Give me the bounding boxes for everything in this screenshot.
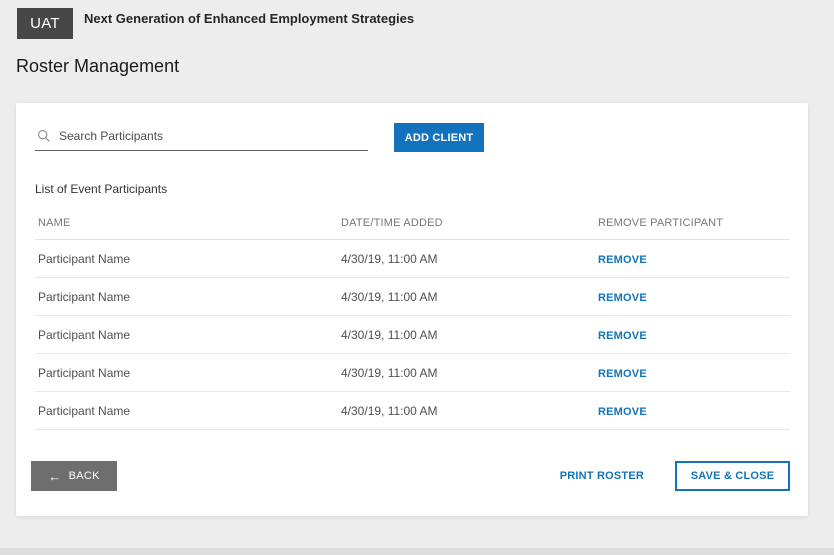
- print-roster-link[interactable]: PRINT ROSTER: [560, 470, 644, 482]
- back-button-label: BACK: [69, 470, 100, 482]
- table-row: Participant Name 4/30/19, 11:00 AM REMOV…: [35, 278, 790, 316]
- save-close-button[interactable]: SAVE & CLOSE: [675, 461, 790, 491]
- remove-link[interactable]: REMOVE: [598, 330, 647, 342]
- footer-actions: PRINT ROSTER SAVE & CLOSE: [560, 461, 790, 491]
- date-time-added: 4/30/19, 11:00 AM: [338, 252, 595, 266]
- search-icon: [37, 129, 51, 143]
- table-row: Participant Name 4/30/19, 11:00 AM REMOV…: [35, 316, 790, 354]
- date-time-added: 4/30/19, 11:00 AM: [338, 328, 595, 342]
- back-arrow-icon: ←: [48, 470, 61, 483]
- roster-card: ADD CLIENT List of Event Participants NA…: [16, 103, 808, 516]
- back-button[interactable]: ← BACK: [31, 461, 117, 491]
- table-row: Participant Name 4/30/19, 11:00 AM REMOV…: [35, 354, 790, 392]
- app-title: Next Generation of Enhanced Employment S…: [84, 11, 414, 26]
- date-time-added: 4/30/19, 11:00 AM: [338, 404, 595, 418]
- column-header-remove: REMOVE PARTICIPANT: [595, 217, 790, 229]
- list-caption: List of Event Participants: [35, 182, 790, 196]
- environment-badge: UAT: [17, 8, 73, 39]
- participant-name: Participant Name: [35, 290, 338, 304]
- page-title: Roster Management: [16, 56, 834, 77]
- add-client-button[interactable]: ADD CLIENT: [394, 123, 484, 152]
- card-footer: ← BACK PRINT ROSTER SAVE & CLOSE: [35, 461, 790, 491]
- table-row: Participant Name 4/30/19, 11:00 AM REMOV…: [35, 240, 790, 278]
- participant-name: Participant Name: [35, 366, 338, 380]
- table-header-row: NAME DATE/TIME ADDED REMOVE PARTICIPANT: [35, 207, 790, 240]
- app-header: UAT Next Generation of Enhanced Employme…: [0, 0, 834, 39]
- participant-name: Participant Name: [35, 404, 338, 418]
- toolbar: ADD CLIENT: [35, 123, 790, 152]
- remove-link[interactable]: REMOVE: [598, 368, 647, 380]
- participants-table: NAME DATE/TIME ADDED REMOVE PARTICIPANT …: [35, 207, 790, 430]
- remove-link[interactable]: REMOVE: [598, 292, 647, 304]
- search-input[interactable]: [59, 129, 368, 146]
- remove-link[interactable]: REMOVE: [598, 254, 647, 266]
- participant-name: Participant Name: [35, 252, 338, 266]
- date-time-added: 4/30/19, 11:00 AM: [338, 290, 595, 304]
- date-time-added: 4/30/19, 11:00 AM: [338, 366, 595, 380]
- remove-link[interactable]: REMOVE: [598, 406, 647, 418]
- column-header-date-added: DATE/TIME ADDED: [338, 217, 595, 229]
- table-row: Participant Name 4/30/19, 11:00 AM REMOV…: [35, 392, 790, 430]
- search-box[interactable]: [35, 124, 368, 151]
- column-header-name: NAME: [35, 217, 338, 229]
- participant-name: Participant Name: [35, 328, 338, 342]
- bottom-strip: [0, 548, 834, 555]
